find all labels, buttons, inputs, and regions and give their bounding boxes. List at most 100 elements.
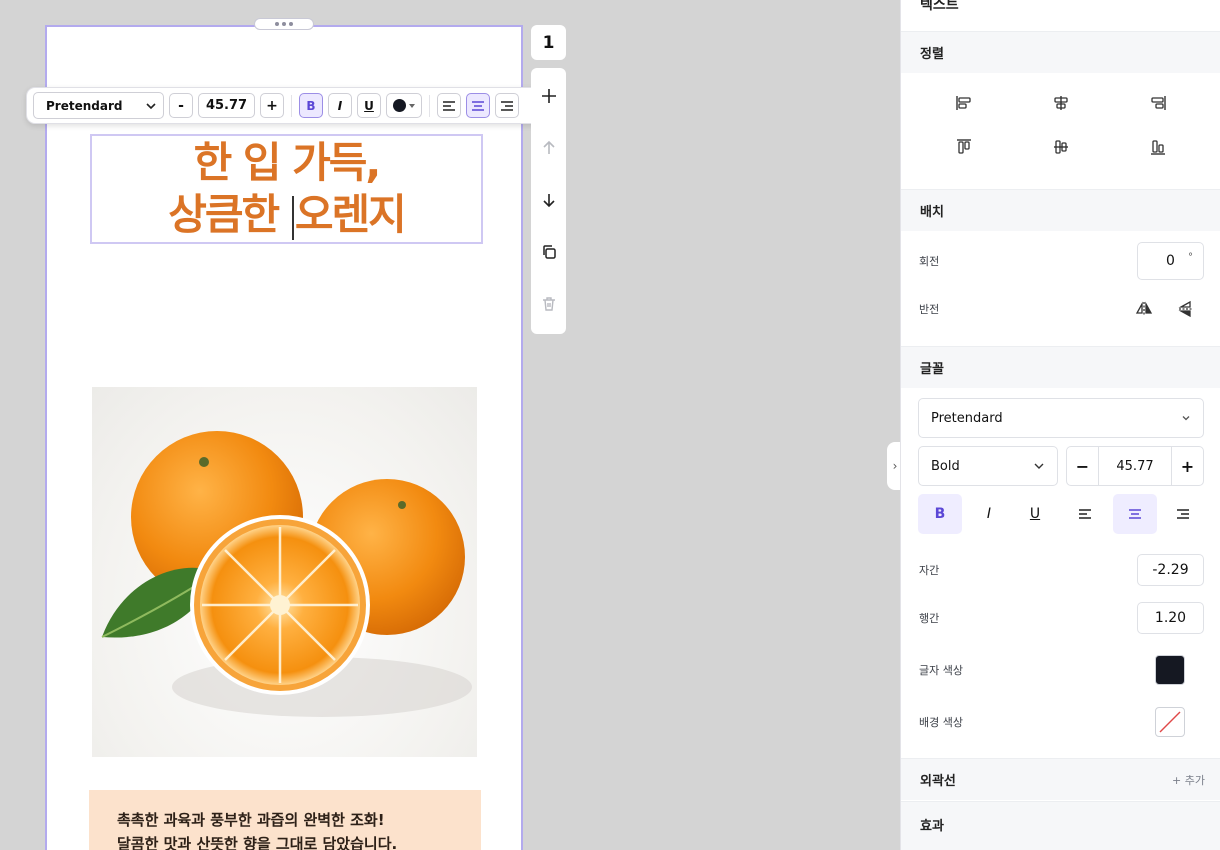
copy-icon <box>542 245 556 259</box>
toolbar-size-input[interactable]: 45.77 <box>198 93 255 118</box>
text-color-swatch[interactable] <box>1155 655 1185 685</box>
effects-section-title: 효과 <box>920 819 944 834</box>
toolbar-text-color-button[interactable] <box>386 93 422 118</box>
page-side-actions <box>531 68 566 334</box>
page-number-badge[interactable]: 1 <box>531 25 566 60</box>
delete-page-button[interactable] <box>539 294 559 314</box>
line-height-input[interactable]: 1.20 <box>1137 602 1204 634</box>
caret-down-icon <box>409 103 415 108</box>
rotation-value: 0 <box>1166 253 1175 269</box>
color-swatch-icon <box>393 99 406 112</box>
section-header-layout: 배치 <box>901 189 1220 231</box>
flip-label: 반전 <box>919 303 940 316</box>
headline-line-2-part-a: 상큼한 <box>168 190 291 239</box>
align-right-icon <box>1177 509 1189 519</box>
rotation-label: 회전 <box>919 255 940 268</box>
line-height-label: 행간 <box>919 612 940 625</box>
align-objects-top-icon[interactable] <box>955 138 973 156</box>
toolbar-size-decrease-button[interactable]: - <box>169 93 193 118</box>
font-weight-select[interactable]: Bold <box>918 446 1058 486</box>
toolbar-divider <box>429 94 430 117</box>
rotation-input[interactable]: 0 ° <box>1137 242 1204 280</box>
rotation-unit: ° <box>1188 252 1193 263</box>
align-section-title: 정렬 <box>920 47 944 62</box>
align-objects-right-icon[interactable] <box>1149 94 1167 112</box>
font-family-value: Pretendard <box>931 410 1003 426</box>
panel-align-left-button[interactable] <box>1063 494 1107 534</box>
duplicate-page-button[interactable] <box>539 242 559 262</box>
toolbar-bold-button[interactable]: B <box>299 93 323 118</box>
section-header-align: 정렬 <box>901 31 1220 73</box>
align-objects-left-icon[interactable] <box>955 94 973 112</box>
font-size-increase-button[interactable]: + <box>1171 447 1203 485</box>
font-size-decrease-button[interactable]: − <box>1067 447 1099 485</box>
orange-photo[interactable] <box>92 387 477 757</box>
orange-illustration <box>101 431 472 717</box>
headline-text-box[interactable]: 한 입 가득, 상큼한 오렌지 <box>90 134 483 244</box>
panel-bold-button[interactable]: B <box>918 494 962 534</box>
stroke-section-title: 외곽선 <box>920 774 956 789</box>
add-page-button[interactable] <box>539 86 559 106</box>
section-header-effects: 효과 <box>901 801 1220 850</box>
tagline-box[interactable]: 촉촉한 과육과 풍부한 과즙의 완벽한 조화! 달콤한 맛과 산뜻한 향을 그대… <box>89 790 481 850</box>
align-objects-horizontal-center-icon[interactable] <box>1052 94 1070 112</box>
flip-horizontal-icon[interactable] <box>1135 300 1153 318</box>
chevron-down-icon <box>146 102 156 109</box>
trash-icon <box>542 297 555 311</box>
align-center-icon <box>472 100 484 111</box>
align-right-icon <box>501 100 513 111</box>
font-size-stepper[interactable]: − 45.77 + <box>1066 446 1204 486</box>
align-center-icon <box>1129 509 1141 519</box>
letter-spacing-label: 자간 <box>919 564 940 577</box>
toolbar-divider <box>291 94 292 117</box>
layout-section-title: 배치 <box>920 205 944 220</box>
text-color-label: 글자 색상 <box>919 664 963 677</box>
chevron-down-icon <box>1182 416 1190 421</box>
background-color-label: 배경 색상 <box>919 716 963 729</box>
chevron-down-icon <box>1034 463 1044 469</box>
align-left-icon <box>1079 509 1091 519</box>
arrow-up-icon <box>542 140 555 154</box>
toolbar-align-left-button[interactable] <box>437 93 461 118</box>
toolbar-align-center-button[interactable] <box>466 93 490 118</box>
toolbar-font-value: Pretendard <box>46 98 123 113</box>
headline-line-2-part-b: 오렌지 <box>294 190 407 239</box>
no-color-icon <box>1159 711 1181 733</box>
tagline-line-1[interactable]: 촉촉한 과육과 풍부한 과즙의 완벽한 조화! <box>117 808 453 832</box>
tagline-line-2[interactable]: 달콤한 맛과 산뜻한 향을 그대로 담았습니다. <box>117 832 453 850</box>
align-left-icon <box>443 100 455 111</box>
panel-align-right-button[interactable] <box>1161 494 1205 534</box>
background-color-swatch[interactable] <box>1155 707 1185 737</box>
canvas-page[interactable]: 한 입 가득, 상큼한 오렌지 촉촉한 과육과 풍부한 과즙의 완벽한 조화! … <box>45 25 523 850</box>
panel-title: 텍스트 <box>920 0 959 13</box>
move-up-button[interactable] <box>539 138 559 158</box>
headline-line-2[interactable]: 상큼한 오렌지 <box>168 189 407 241</box>
align-objects-bottom-icon[interactable] <box>1149 138 1167 156</box>
panel-italic-button[interactable]: I <box>967 494 1011 534</box>
font-family-select[interactable]: Pretendard <box>918 398 1204 438</box>
panel-underline-button[interactable]: U <box>1013 494 1057 534</box>
toolbar-italic-button[interactable]: I <box>328 93 352 118</box>
plus-icon <box>541 89 556 103</box>
toolbar-underline-button[interactable]: U <box>357 93 381 118</box>
panel-align-center-button[interactable] <box>1113 494 1157 534</box>
letter-spacing-input[interactable]: -2.29 <box>1137 554 1204 586</box>
headline-line-1[interactable]: 한 입 가득, <box>194 137 382 189</box>
section-header-stroke: 외곽선 + 추가 <box>901 758 1220 800</box>
toolbar-size-increase-button[interactable]: + <box>260 93 284 118</box>
text-cursor <box>291 195 294 240</box>
add-stroke-button[interactable]: + 추가 <box>1172 772 1205 788</box>
flip-vertical-icon[interactable] <box>1177 300 1195 318</box>
font-weight-value: Bold <box>931 458 960 474</box>
font-size-input[interactable]: 45.77 <box>1099 447 1171 485</box>
chevron-right-icon: › <box>892 459 898 473</box>
section-header-font: 글꼴 <box>901 346 1220 388</box>
font-section-title: 글꼴 <box>920 362 944 377</box>
page-drag-handle[interactable] <box>254 18 314 30</box>
floating-text-toolbar: Pretendard - 45.77 + B I U <box>26 87 544 124</box>
toolbar-align-right-button[interactable] <box>495 93 519 118</box>
toolbar-font-select[interactable]: Pretendard <box>33 92 164 119</box>
move-down-button[interactable] <box>539 190 559 210</box>
align-objects-vertical-center-icon[interactable] <box>1052 138 1070 156</box>
arrow-down-icon <box>542 194 555 208</box>
